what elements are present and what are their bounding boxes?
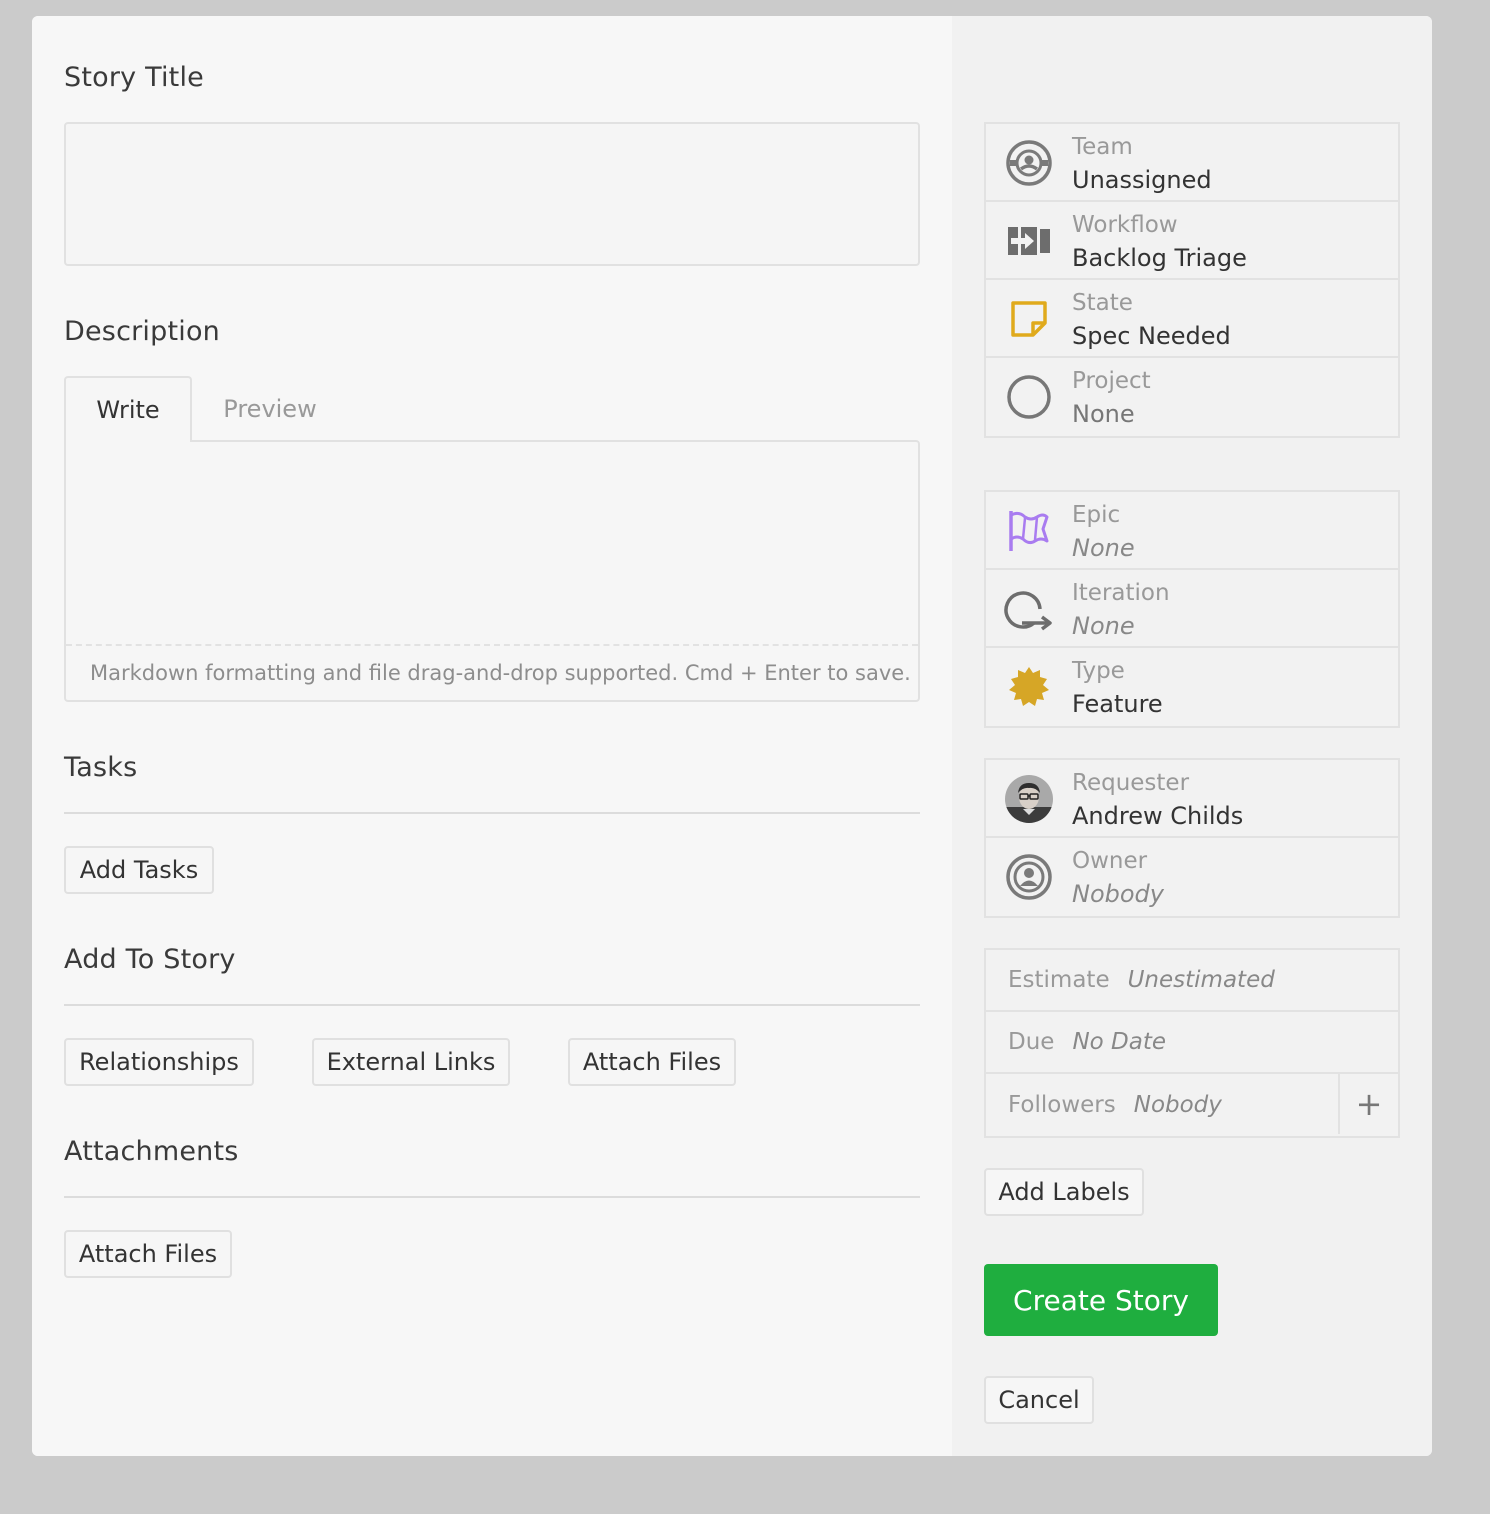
create-story-dialog: Story Title Description Write Preview Ma… [32, 16, 1432, 1456]
team-icon [1004, 138, 1054, 188]
add-labels-button[interactable]: Add Labels [984, 1168, 1144, 1216]
epic-value: None [1072, 534, 1135, 562]
followers-value: Nobody [1133, 1092, 1222, 1118]
type-field[interactable]: Type Feature [986, 648, 1398, 726]
story-title-heading: Story Title [64, 62, 204, 93]
iteration-label: Iteration [1072, 580, 1170, 606]
add-follower-button[interactable]: + [1338, 1074, 1398, 1134]
tasks-divider [64, 812, 920, 814]
requester-label: Requester [1072, 770, 1190, 796]
add-tasks-button[interactable]: Add Tasks [64, 846, 214, 894]
owner-icon [1004, 852, 1054, 902]
iteration-icon [1004, 584, 1054, 634]
owner-field[interactable]: Owner Nobody [986, 838, 1398, 916]
iteration-value: None [1072, 612, 1135, 640]
team-field[interactable]: Team Unassigned [986, 124, 1398, 202]
tab-preview[interactable]: Preview [197, 376, 343, 442]
external-links-button[interactable]: External Links [312, 1038, 510, 1086]
create-story-button[interactable]: Create Story [984, 1264, 1218, 1336]
team-value: Unassigned [1072, 166, 1212, 194]
workflow-icon [1004, 216, 1054, 266]
due-field[interactable]: Due No Date [986, 1012, 1398, 1074]
type-label: Type [1072, 658, 1125, 684]
project-field[interactable]: Project None [986, 358, 1398, 436]
cancel-button[interactable]: Cancel [984, 1376, 1094, 1424]
story-title-input[interactable] [64, 122, 920, 266]
project-label: Project [1072, 368, 1151, 394]
due-label: Due [1008, 1029, 1055, 1055]
iteration-field[interactable]: Iteration None [986, 570, 1398, 648]
followers-field[interactable]: Followers Nobody + [986, 1074, 1398, 1136]
avatar [1004, 774, 1054, 824]
add-to-story-divider [64, 1004, 920, 1006]
owner-label: Owner [1072, 848, 1148, 874]
project-icon [1004, 372, 1054, 422]
attachments-heading: Attachments [64, 1136, 239, 1167]
requester-value: Andrew Childs [1072, 802, 1244, 830]
workflow-value: Backlog Triage [1072, 244, 1247, 272]
state-icon [1004, 294, 1054, 344]
feature-icon [1004, 662, 1054, 712]
attachments-divider [64, 1196, 920, 1198]
main-column: Story Title Description Write Preview Ma… [32, 16, 952, 1456]
epic-field[interactable]: Epic None [986, 492, 1398, 570]
state-field[interactable]: State Spec Needed [986, 280, 1398, 358]
project-value: None [1072, 400, 1135, 428]
state-value: Spec Needed [1072, 322, 1231, 350]
followers-label: Followers [1008, 1092, 1116, 1118]
estimate-value: Unestimated [1127, 967, 1275, 993]
estimate-label: Estimate [1008, 967, 1110, 993]
sidebar-group-workflow: Team Unassigned Workflow Backlog Triage [984, 122, 1400, 438]
sidebar-group-classification: Epic None Iteration None Type Feature [984, 490, 1400, 728]
description-hint: Markdown formatting and file drag-and-dr… [66, 644, 918, 700]
epic-label: Epic [1072, 502, 1121, 528]
add-to-story-heading: Add To Story [64, 944, 236, 975]
relationships-button[interactable]: Relationships [64, 1038, 254, 1086]
owner-value: Nobody [1072, 880, 1164, 908]
team-label: Team [1072, 134, 1133, 160]
tab-write[interactable]: Write [64, 376, 192, 442]
tasks-heading: Tasks [64, 752, 138, 783]
sidebar-group-meta: Estimate Unestimated Due No Date Followe… [984, 948, 1400, 1138]
requester-field[interactable]: Requester Andrew Childs [986, 760, 1398, 838]
sidebar-group-people: Requester Andrew Childs Owner Nobody [984, 758, 1400, 918]
workflow-field[interactable]: Workflow Backlog Triage [986, 202, 1398, 280]
workflow-label: Workflow [1072, 212, 1178, 238]
description-editor[interactable]: Markdown formatting and file drag-and-dr… [64, 440, 920, 702]
attachments-attach-files-button[interactable]: Attach Files [64, 1230, 232, 1278]
estimate-field[interactable]: Estimate Unestimated [986, 950, 1398, 1012]
epic-flag-icon [1004, 506, 1054, 556]
attach-files-button[interactable]: Attach Files [568, 1038, 736, 1086]
state-label: State [1072, 290, 1133, 316]
type-value: Feature [1072, 690, 1163, 718]
due-value: No Date [1072, 1029, 1167, 1055]
description-heading: Description [64, 316, 220, 347]
